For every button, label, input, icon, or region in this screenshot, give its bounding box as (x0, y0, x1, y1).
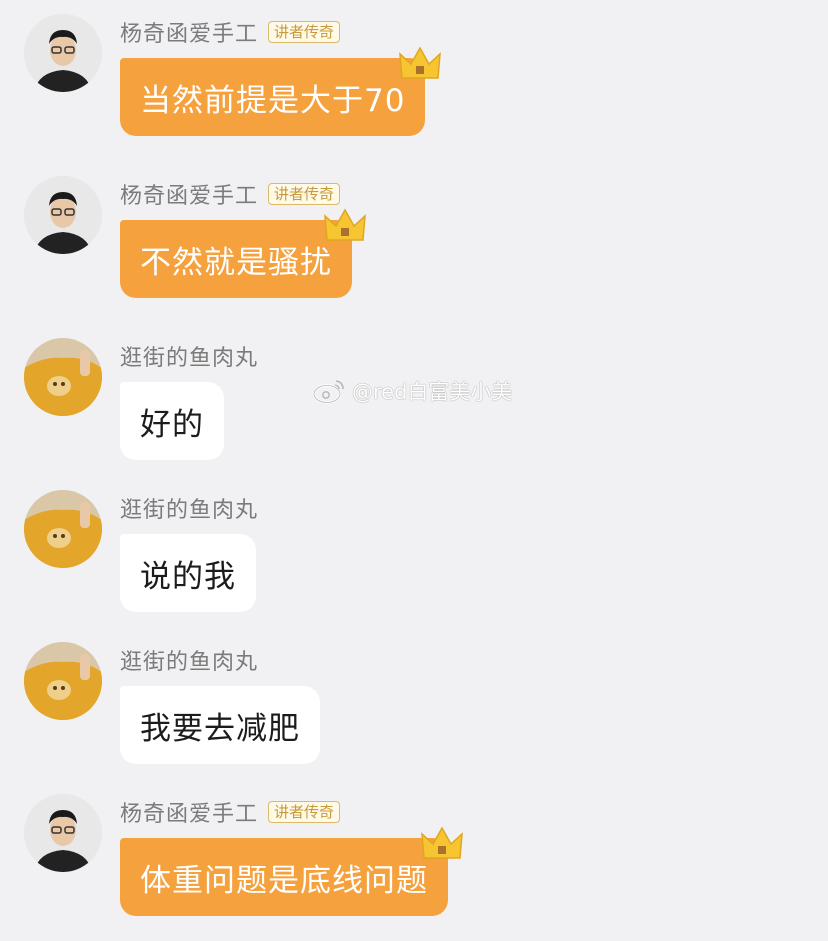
message-bubble[interactable]: 我要去减肥 (120, 686, 320, 764)
lecturer-badge: 讲者传奇 (268, 801, 341, 823)
man-glasses-avatar[interactable] (24, 176, 102, 254)
yellow-sweater-avatar[interactable] (24, 642, 102, 720)
man-glasses-avatar[interactable] (24, 794, 102, 872)
message-bubble[interactable]: 当然前提是大于70 (120, 58, 426, 136)
watermark-text: @red白富美小美 (352, 380, 513, 404)
message-bubble[interactable]: 体重问题是底线问题 (120, 838, 448, 916)
message-bubble[interactable]: 不然就是骚扰 (120, 220, 352, 298)
yellow-sweater-avatar[interactable] (24, 338, 102, 416)
sender-name[interactable]: 杨奇函爱手工 (120, 16, 258, 48)
weibo-icon (312, 380, 344, 404)
lecturer-badge: 讲者传奇 (268, 21, 341, 43)
sender-name[interactable]: 杨奇函爱手工 (120, 796, 258, 828)
message-bubble[interactable]: 好的 (120, 382, 224, 460)
crown-icon (399, 46, 441, 79)
sender-name[interactable]: 杨奇函爱手工 (120, 178, 258, 210)
watermark: @red白富美小美 (312, 376, 512, 406)
man-glasses-avatar[interactable] (24, 14, 102, 92)
yellow-sweater-avatar[interactable] (24, 490, 102, 568)
sender-name[interactable]: 逛街的鱼肉丸 (120, 340, 258, 372)
lecturer-badge: 讲者传奇 (268, 183, 341, 205)
crown-icon (421, 826, 463, 859)
message-bubble[interactable]: 说的我 (120, 534, 256, 612)
crown-icon (324, 208, 366, 241)
sender-name[interactable]: 逛街的鱼肉丸 (120, 492, 258, 524)
sender-name[interactable]: 逛街的鱼肉丸 (120, 644, 258, 676)
